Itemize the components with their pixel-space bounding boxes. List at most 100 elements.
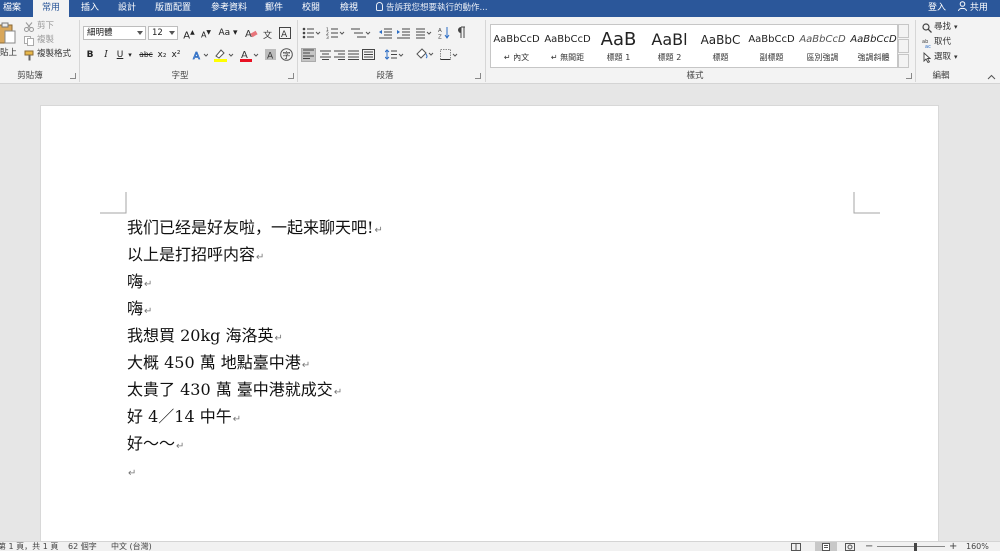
web-layout-icon[interactable] <box>845 543 855 551</box>
document-paragraph[interactable]: 好～～↵ <box>127 431 184 457</box>
zoom-slider[interactable] <box>877 546 945 547</box>
styles-launcher-icon[interactable] <box>906 73 912 79</box>
clear-formatting-icon[interactable]: A <box>245 27 258 39</box>
underline-dropdown-icon[interactable]: ▾ <box>126 48 134 62</box>
numbering-icon[interactable]: 123 <box>326 27 346 39</box>
increase-indent-icon[interactable] <box>397 27 410 39</box>
document-canvas[interactable]: 我们已经是好友啦，一起来聊天吧!↵ 以上是打招呼内容↵ 嗨↵ 嗨↵ 我想買 20… <box>0 85 1000 551</box>
select-button[interactable]: 選取 <box>934 51 951 63</box>
zoom-level[interactable]: 160% <box>966 542 989 551</box>
paragraph-launcher-icon[interactable] <box>475 73 481 79</box>
tab-view[interactable]: 檢視 <box>340 0 358 17</box>
zoom-out-button[interactable]: − <box>865 542 873 551</box>
justify-icon[interactable] <box>348 50 359 60</box>
language-indicator[interactable]: 中文 (台灣) <box>111 542 152 551</box>
show-formatting-marks-icon[interactable] <box>456 26 466 39</box>
borders-icon[interactable] <box>440 49 460 60</box>
zoom-slider-handle[interactable] <box>914 543 917 551</box>
style-heading-1[interactable]: AaB 標題 1 <box>593 25 644 67</box>
tab-file[interactable]: 檔案 <box>3 0 21 17</box>
tab-mailings[interactable]: 郵件 <box>265 0 283 17</box>
document-paragraph[interactable]: 我想買 20kg 海洛英↵ <box>127 323 283 349</box>
document-paragraph[interactable]: 以上是打招呼内容↵ <box>127 242 264 268</box>
replace-button[interactable]: 取代 <box>934 36 951 48</box>
subscript-button[interactable]: x₂ <box>156 48 168 62</box>
read-mode-icon[interactable] <box>791 543 801 551</box>
font-launcher-icon[interactable] <box>288 73 294 79</box>
superscript-button[interactable]: x² <box>170 48 182 62</box>
tab-insert[interactable]: 插入 <box>81 0 99 17</box>
document-page[interactable]: 我们已经是好友啦，一起来聊天吧!↵ 以上是打招呼内容↵ 嗨↵ 嗨↵ 我想買 20… <box>40 105 939 551</box>
page-count[interactable]: 第 1 頁，共 1 頁 <box>0 542 58 551</box>
styles-scroll-down-icon[interactable] <box>898 39 909 53</box>
sort-icon[interactable]: AZ <box>438 26 450 39</box>
document-paragraph[interactable]: 好 4／14 中午↵ <box>127 404 241 430</box>
document-paragraph[interactable]: 太貴了 430 萬 臺中港就成交↵ <box>127 377 342 403</box>
line-spacing-icon[interactable] <box>385 49 405 60</box>
word-count[interactable]: 62 個字 <box>68 542 97 551</box>
tell-me-box[interactable]: 告訴我您想要執行的動作... <box>376 0 488 17</box>
print-layout-button[interactable] <box>815 542 837 551</box>
tab-review[interactable]: 校閱 <box>302 0 320 17</box>
chinese-layout-icon[interactable] <box>415 27 433 39</box>
tab-home[interactable]: 常用 <box>33 0 70 17</box>
tab-design[interactable]: 設計 <box>118 0 136 17</box>
text-effects-icon[interactable]: A <box>192 49 208 61</box>
character-shading-icon[interactable]: A <box>265 49 276 60</box>
underline-button[interactable]: U <box>114 48 126 62</box>
sign-in-link[interactable]: 登入 <box>928 0 946 17</box>
align-right-icon[interactable] <box>334 50 345 60</box>
chevron-down-icon[interactable]: ▾ <box>954 21 958 33</box>
shading-icon[interactable] <box>415 48 435 61</box>
cut-button[interactable]: 剪下 <box>37 20 54 32</box>
font-color-icon[interactable]: A <box>239 48 261 62</box>
format-painter-button[interactable]: 複製格式 <box>37 48 71 60</box>
style-title[interactable]: AaBbC 標題 <box>695 25 746 67</box>
distributed-icon[interactable] <box>362 49 375 60</box>
zoom-in-button[interactable]: + <box>949 542 957 551</box>
bold-button[interactable]: B <box>84 48 96 62</box>
align-left-button[interactable] <box>301 48 316 62</box>
decrease-indent-icon[interactable] <box>379 27 392 39</box>
separator <box>915 20 916 82</box>
phonetic-guide-icon[interactable]: 文 <box>262 27 273 39</box>
align-center-icon[interactable] <box>320 50 331 60</box>
document-paragraph[interactable]: ↵ <box>127 458 136 484</box>
strikethrough-button[interactable]: abc <box>138 48 154 62</box>
paste-button[interactable]: 貼上 <box>0 47 17 59</box>
style-heading-2[interactable]: AaBl 標題 2 <box>644 25 695 67</box>
style-subtle-emphasis[interactable]: AaBbCcD 區別強調 <box>797 25 848 67</box>
tab-references[interactable]: 參考資料 <box>211 0 247 17</box>
styles-scroll-up-icon[interactable] <box>898 24 909 38</box>
highlight-color-icon[interactable] <box>213 48 235 62</box>
style-subtitle[interactable]: AaBbCcD 副標題 <box>746 25 797 67</box>
grow-font-button[interactable]: A▲ <box>182 26 196 41</box>
styles-more-icon[interactable] <box>898 54 909 68</box>
tab-layout[interactable]: 版面配置 <box>155 0 191 17</box>
style-no-spacing[interactable]: AaBbCcD ↵ 無間距 <box>542 25 593 67</box>
chevron-down-icon[interactable] <box>137 31 143 35</box>
document-paragraph[interactable]: 我们已经是好友啦，一起来聊天吧!↵ <box>127 215 383 241</box>
share-button[interactable]: 共用 <box>958 0 988 17</box>
chevron-down-icon[interactable] <box>169 31 175 35</box>
style-emphasis[interactable]: AaBbCcD 強調斜體 <box>848 25 899 67</box>
enclose-characters-icon[interactable]: 字 <box>280 48 293 61</box>
font-size-combo[interactable]: 12 <box>148 26 178 40</box>
change-case-button[interactable]: Aa ▾ <box>218 26 238 40</box>
find-button[interactable]: 尋找 <box>934 21 951 33</box>
collapse-ribbon-icon[interactable] <box>987 74 996 80</box>
chevron-down-icon[interactable]: ▾ <box>954 51 958 63</box>
copy-button[interactable]: 複製 <box>37 34 54 46</box>
bullets-icon[interactable] <box>302 27 322 39</box>
font-name-combo[interactable]: 細明體 <box>83 26 146 40</box>
clipboard-launcher-icon[interactable] <box>70 73 76 79</box>
character-border-icon[interactable]: A <box>279 27 291 39</box>
multilevel-list-icon[interactable] <box>350 27 372 39</box>
italic-button[interactable]: I <box>100 48 112 62</box>
shrink-font-button[interactable]: A▼ <box>199 26 213 40</box>
document-paragraph[interactable]: 嗨↵ <box>127 269 152 295</box>
document-paragraph[interactable]: 大概 450 萬 地點臺中港↵ <box>127 350 310 376</box>
document-paragraph[interactable]: 嗨↵ <box>127 296 152 322</box>
style-normal[interactable]: AaBbCcD ↵ 內文 <box>491 25 542 67</box>
paste-icon[interactable] <box>0 21 16 45</box>
